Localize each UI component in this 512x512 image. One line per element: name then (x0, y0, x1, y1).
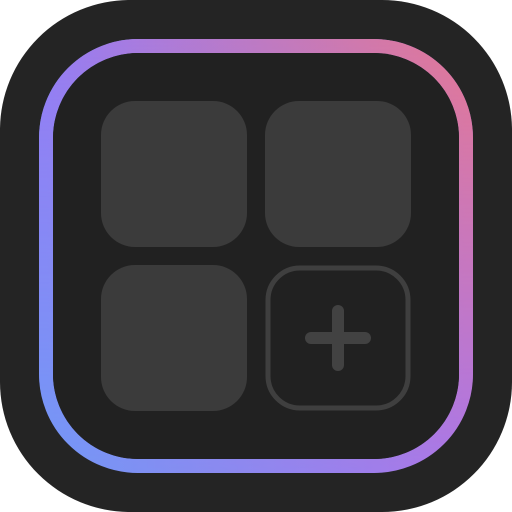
widget-tile-top-left (101, 101, 247, 247)
widget-tile-top-right (265, 101, 411, 247)
app-icon (0, 0, 512, 512)
widget-tile-bottom-left (101, 265, 247, 411)
app-icon-graphic (0, 0, 512, 512)
